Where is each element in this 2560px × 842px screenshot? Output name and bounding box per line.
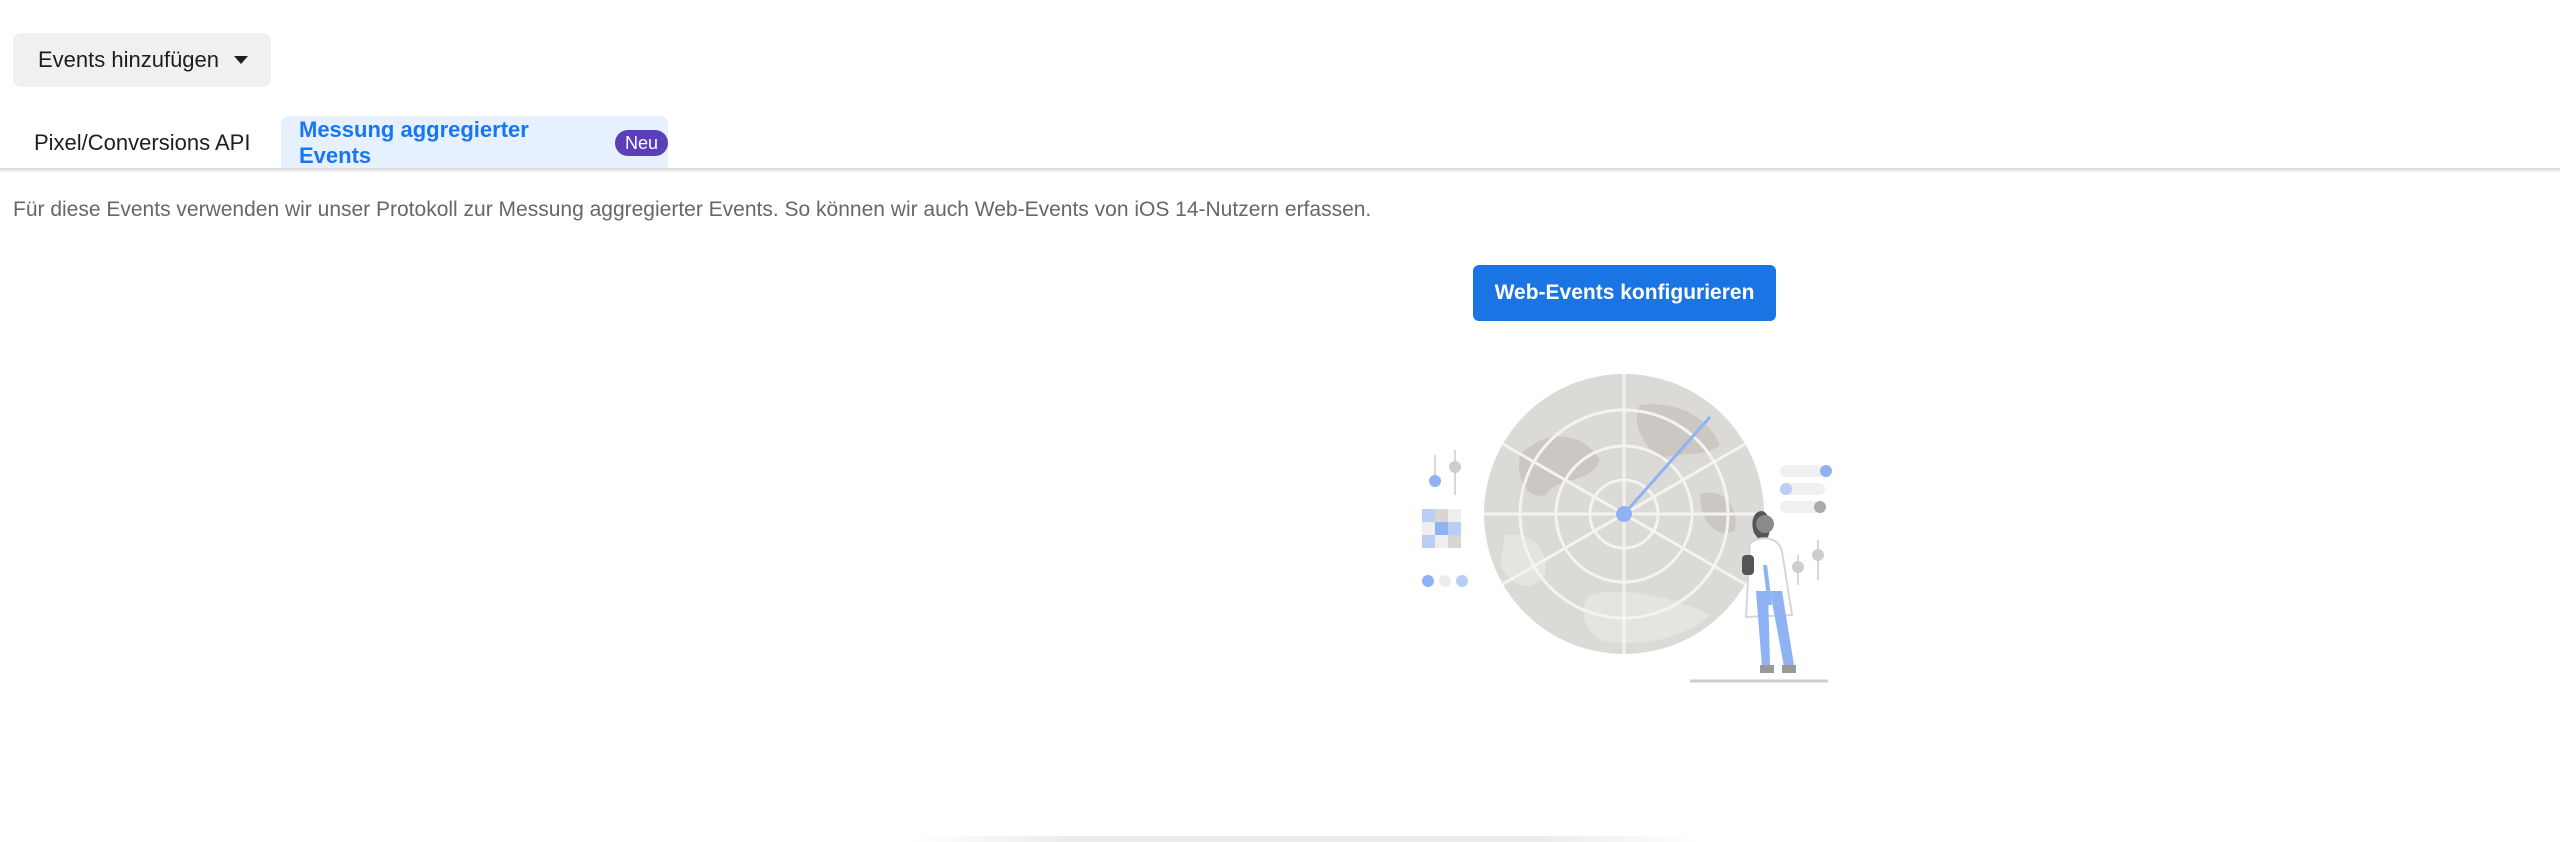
tab-divider [0,168,2560,172]
tab-pixel-conversions-api[interactable]: Pixel/Conversions API [13,116,281,170]
events-manager-page: Events hinzufügen Pixel/Conversions API … [0,0,2560,842]
description-text: Für diese Events verwenden wir unser Pro… [13,198,1372,221]
tab-label: Messung aggregierter Events [299,117,529,168]
add-events-label: Events hinzufügen [38,47,220,72]
chevron-down-icon [234,56,248,64]
configure-web-events-button[interactable]: Web-Events konfigurieren [1473,265,1776,321]
new-badge: Neu [614,130,668,156]
add-events-dropdown-button[interactable]: Events hinzufügen [13,33,271,87]
tab-label: Pixel/Conversions API [34,130,251,155]
radar-illustration [1422,374,1832,683]
bottom-divider [910,836,1700,842]
tab-bar: Pixel/Conversions API Messung aggregiert… [13,116,668,170]
tab-aggregated-event-measurement[interactable]: Messung aggregierter Events Neu [281,116,668,170]
